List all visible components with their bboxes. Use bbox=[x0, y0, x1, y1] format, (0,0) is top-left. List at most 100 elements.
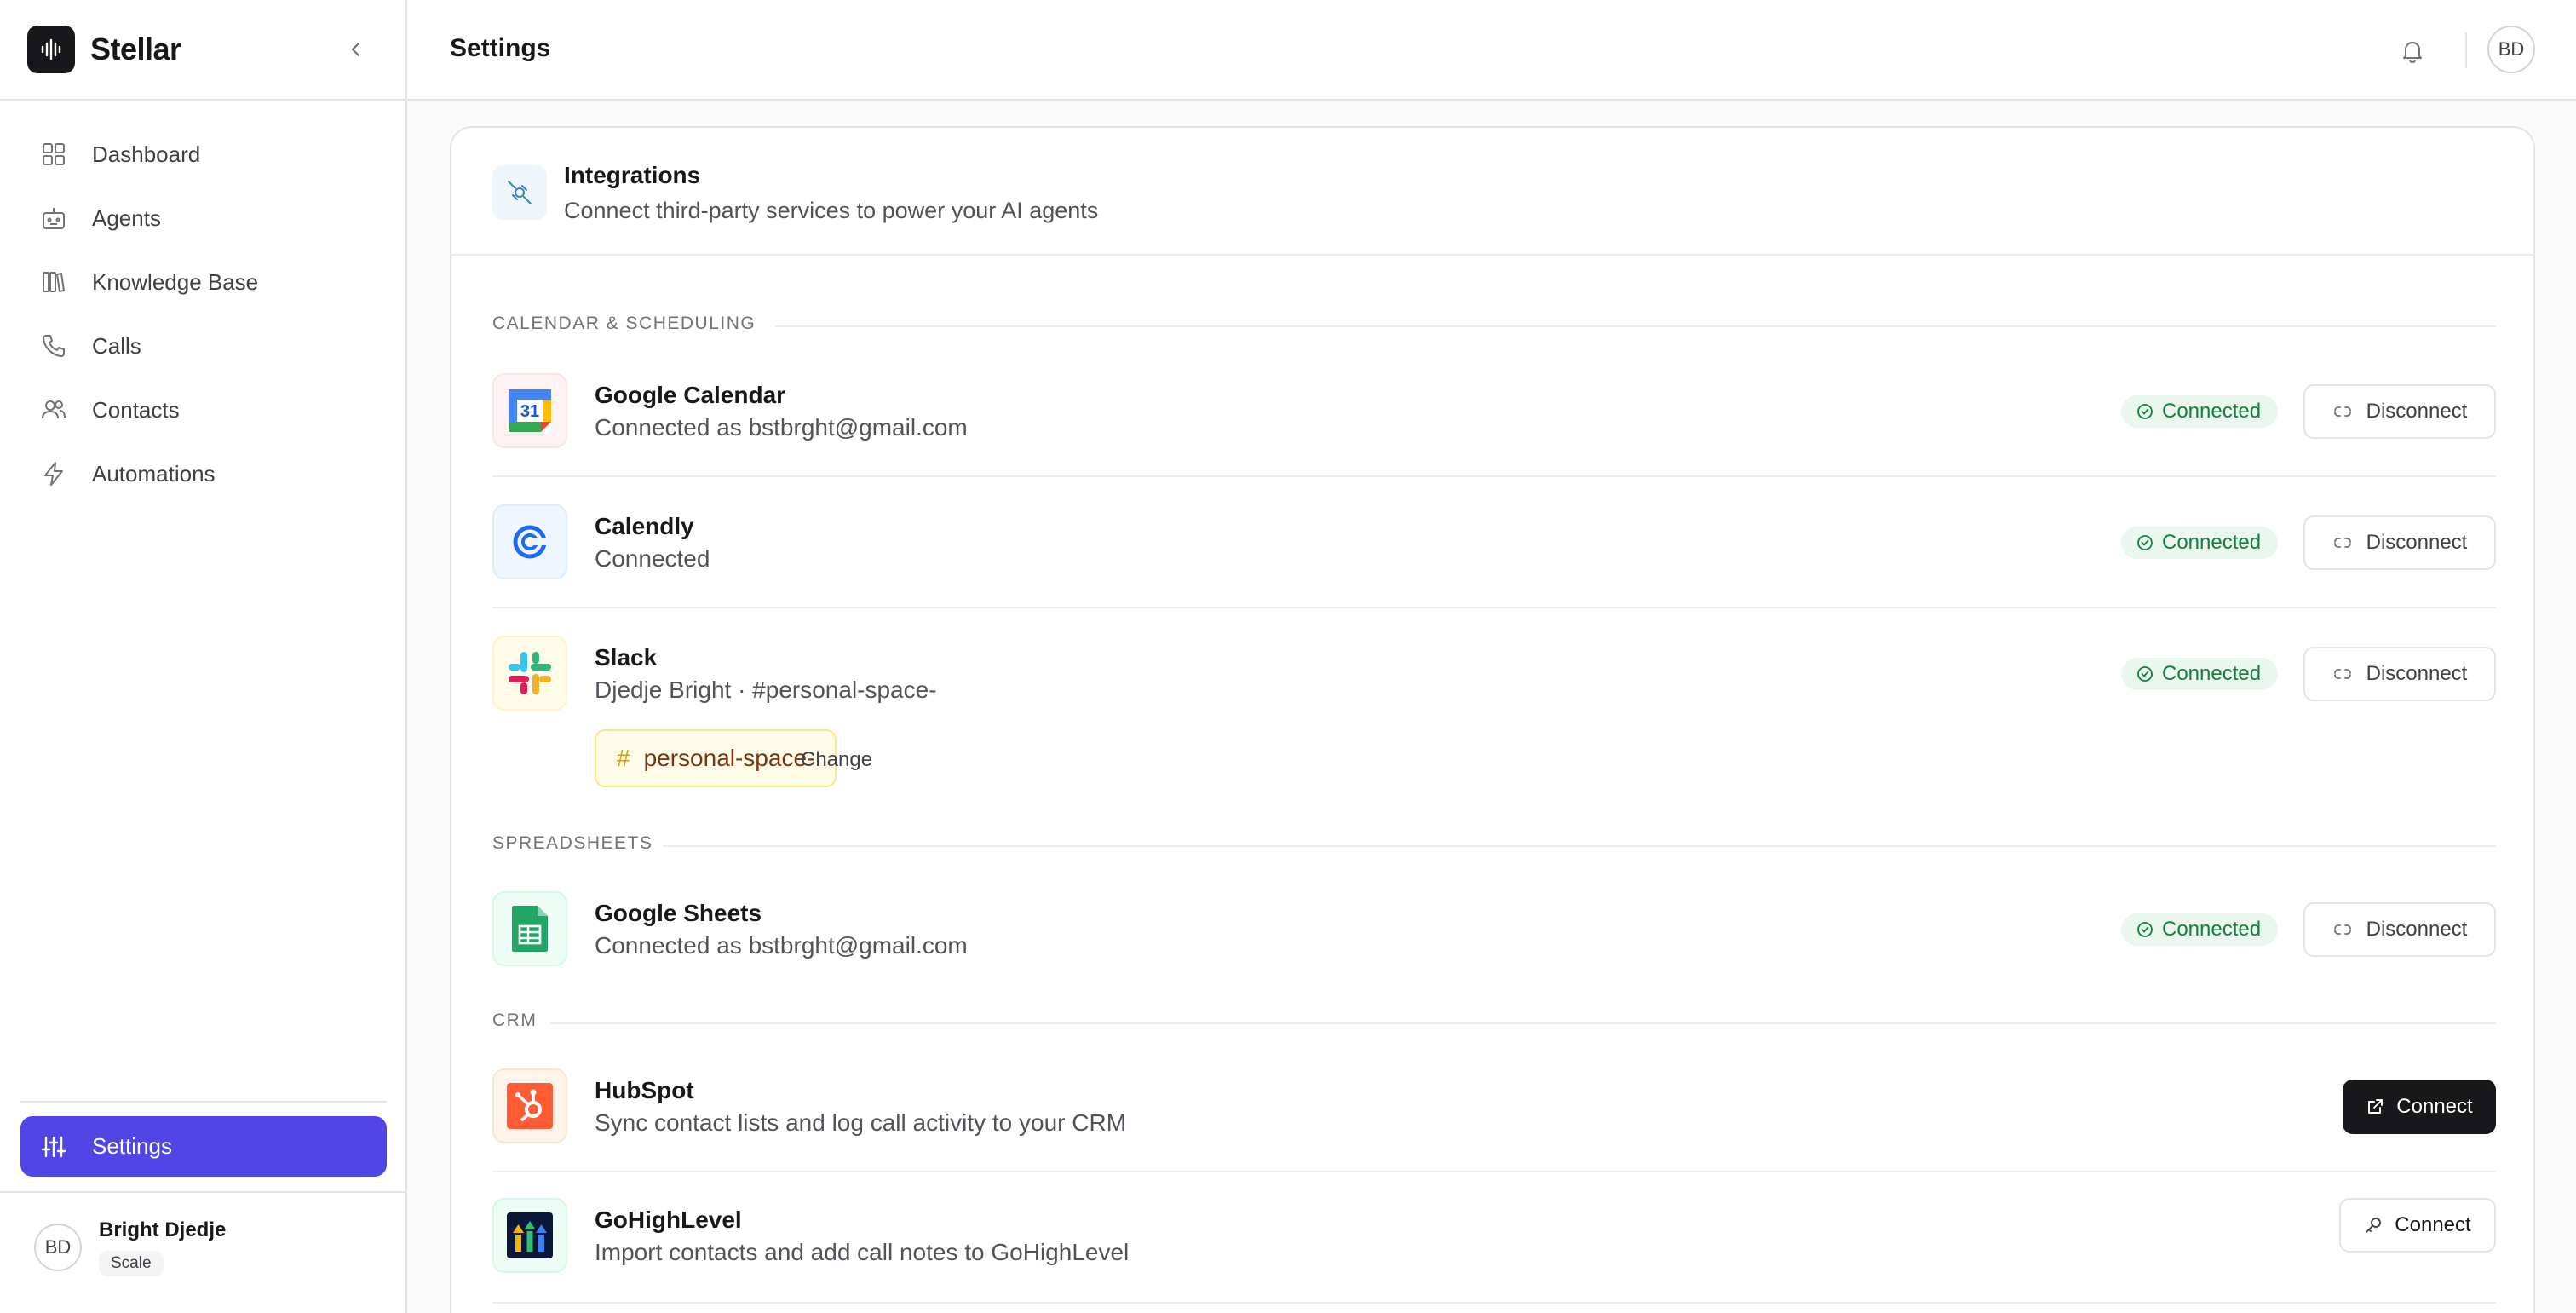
sidebar-item-label: Knowledge Base bbox=[92, 268, 259, 295]
brand-name: Stellar bbox=[90, 32, 181, 66]
brand-header: Stellar bbox=[0, 0, 405, 101]
chevron-left-icon bbox=[351, 42, 360, 57]
button-label: Disconnect bbox=[2366, 918, 2468, 941]
app-description: Djedje Bright · #personal-space- bbox=[595, 677, 937, 703]
unlink-icon bbox=[2333, 669, 2351, 679]
connect-button[interactable]: Connect bbox=[2339, 1198, 2496, 1253]
integration-row-google-sheets: Google Sheets Connected as bstbrght@gmai… bbox=[492, 891, 2496, 968]
section-divider bbox=[550, 1022, 2496, 1024]
integrations-subtitle: Connect third-party services to power yo… bbox=[564, 198, 1099, 223]
button-label: Disconnect bbox=[2366, 531, 2468, 554]
sidebar-divider bbox=[20, 1101, 387, 1103]
disconnect-button[interactable]: Disconnect bbox=[2303, 647, 2496, 701]
integrations-title: Integrations bbox=[564, 162, 701, 188]
disconnect-button[interactable]: Disconnect bbox=[2303, 902, 2496, 957]
hash-icon: # bbox=[617, 745, 630, 771]
user-divider bbox=[0, 1191, 405, 1193]
button-label: Disconnect bbox=[2366, 662, 2468, 685]
avatar[interactable]: BD bbox=[2487, 26, 2535, 73]
change-channel-button[interactable]: Change bbox=[801, 748, 872, 772]
users-icon bbox=[39, 395, 68, 424]
button-label: Connect bbox=[2396, 1095, 2473, 1118]
section-label-crm: CRM bbox=[492, 1011, 538, 1030]
google-calendar-icon: 31 bbox=[492, 373, 567, 448]
gohighlevel-icon bbox=[492, 1198, 567, 1273]
phone-icon bbox=[39, 331, 68, 360]
app-description: Connected as bstbrght@gmail.com bbox=[595, 414, 968, 441]
row-divider bbox=[492, 475, 2496, 477]
app-description: Import contacts and add call notes to Go… bbox=[595, 1239, 1130, 1265]
status-badge: Connected bbox=[2121, 658, 2279, 690]
app-description: Connected bbox=[595, 545, 710, 572]
integrations-card: Integrations Connect third-party service… bbox=[450, 126, 2535, 1313]
sidebar-item-label: Agents bbox=[92, 204, 161, 231]
sidebar-item-settings[interactable]: Settings bbox=[20, 1116, 387, 1177]
check-circle-icon bbox=[2137, 404, 2153, 419]
plan-badge: Scale bbox=[99, 1251, 164, 1276]
connect-button[interactable]: Connect bbox=[2343, 1080, 2496, 1134]
app-name: Slack bbox=[595, 644, 658, 671]
app-description: Connected as bstbrght@gmail.com bbox=[595, 932, 968, 959]
integration-row-gohighlevel: GoHighLevel Import contacts and add call… bbox=[492, 1198, 2496, 1275]
user-profile[interactable]: BD Bright Djedje Scale bbox=[34, 1218, 226, 1276]
section-label-spreadsheets: SPREADSHEETS bbox=[492, 833, 653, 853]
unlink-icon bbox=[2333, 538, 2351, 548]
sidebar-item-knowledge-base[interactable]: Knowledge Base bbox=[20, 254, 387, 310]
svg-text:31: 31 bbox=[520, 402, 539, 421]
sidebar-item-contacts[interactable]: Contacts bbox=[20, 382, 387, 438]
zap-icon bbox=[39, 459, 68, 488]
sidebar-item-dashboard[interactable]: Dashboard bbox=[20, 126, 387, 182]
disconnect-button[interactable]: Disconnect bbox=[2303, 515, 2496, 570]
status-text: Connected bbox=[2162, 918, 2262, 941]
sidebar: Stellar Dashboard Agents Knowledge Base bbox=[0, 0, 407, 1313]
grid-icon bbox=[39, 140, 68, 169]
disconnect-button[interactable]: Disconnect bbox=[2303, 384, 2496, 439]
status-text: Connected bbox=[2162, 400, 2262, 423]
library-icon bbox=[39, 268, 68, 297]
sidebar-item-label: Calls bbox=[92, 332, 141, 359]
section-divider bbox=[775, 325, 2496, 327]
app-name: HubSpot bbox=[595, 1077, 694, 1103]
app-name: Calendly bbox=[595, 513, 694, 539]
check-circle-icon bbox=[2137, 666, 2153, 682]
integration-row-hubspot: HubSpot Sync contact lists and log call … bbox=[492, 1068, 2496, 1145]
integrations-header: Integrations Connect third-party service… bbox=[451, 128, 2533, 256]
section-divider bbox=[663, 845, 2496, 847]
sidebar-item-calls[interactable]: Calls bbox=[20, 318, 387, 374]
unlink-icon bbox=[2333, 924, 2351, 935]
google-sheets-icon bbox=[492, 891, 567, 966]
app-description: Sync contact lists and log call activity… bbox=[595, 1109, 1127, 1136]
button-label: Disconnect bbox=[2366, 400, 2468, 423]
key-icon bbox=[2366, 1218, 2382, 1233]
sidebar-nav: Dashboard Agents Knowledge Base Calls Co… bbox=[20, 126, 387, 510]
status-badge: Connected bbox=[2121, 913, 2279, 946]
section-label-calendar: CALENDAR & SCHEDULING bbox=[492, 314, 756, 333]
hubspot-icon bbox=[492, 1068, 567, 1143]
app-name: Google Calendar bbox=[595, 382, 786, 408]
avatar: BD bbox=[34, 1224, 82, 1271]
app-name: Google Sheets bbox=[595, 900, 762, 926]
slack-channel-name: personal-space- bbox=[643, 745, 815, 771]
sidebar-item-agents[interactable]: Agents bbox=[20, 190, 387, 246]
row-divider bbox=[492, 607, 2496, 608]
status-badge: Connected bbox=[2121, 527, 2279, 559]
status-text: Connected bbox=[2162, 531, 2262, 554]
sidebar-item-label: Settings bbox=[92, 1133, 172, 1159]
notifications-button[interactable] bbox=[2395, 34, 2429, 68]
button-label: Connect bbox=[2395, 1213, 2471, 1236]
sidebar-item-label: Automations bbox=[92, 460, 216, 487]
logo-icon[interactable] bbox=[27, 26, 75, 73]
check-circle-icon bbox=[2137, 535, 2153, 550]
collapse-sidebar-button[interactable] bbox=[341, 34, 371, 65]
status-badge: Connected bbox=[2121, 395, 2279, 428]
unlink-icon bbox=[2333, 406, 2351, 417]
row-divider bbox=[492, 1302, 2496, 1304]
calendly-icon bbox=[492, 504, 567, 579]
sidebar-item-automations[interactable]: Automations bbox=[20, 446, 387, 502]
sidebar-item-label: Contacts bbox=[92, 396, 180, 423]
bell-icon bbox=[2403, 42, 2422, 64]
status-text: Connected bbox=[2162, 662, 2262, 685]
integration-row-slack: Slack Djedje Bright · #personal-space- C… bbox=[492, 636, 2496, 806]
check-circle-icon bbox=[2137, 922, 2153, 937]
user-name: Bright Djedje bbox=[99, 1218, 227, 1241]
